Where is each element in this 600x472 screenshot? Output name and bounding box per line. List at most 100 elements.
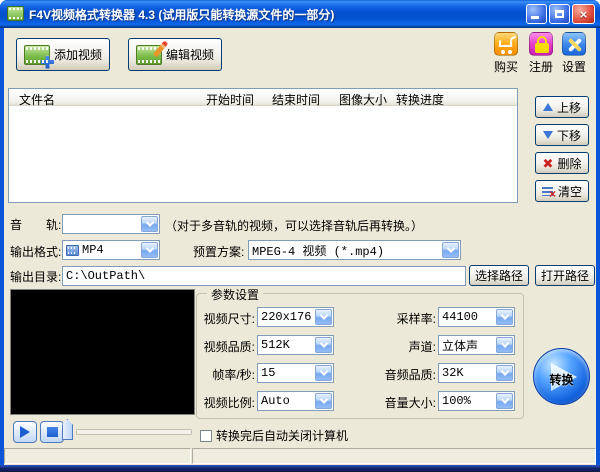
video-size-label: 视频尺寸: bbox=[203, 312, 255, 326]
audio-track-label: 音 轨: bbox=[10, 218, 62, 232]
channels-select[interactable]: 立体声 bbox=[438, 335, 515, 355]
volume-value: 100% bbox=[442, 394, 471, 408]
buy-button[interactable]: 购买 bbox=[488, 32, 524, 76]
register-label: 注册 bbox=[528, 60, 553, 74]
maximize-button[interactable] bbox=[549, 4, 570, 24]
close-button[interactable]: × bbox=[572, 4, 595, 24]
select-path-button[interactable]: 选择路径 bbox=[469, 265, 529, 286]
chevron-down-icon[interactable] bbox=[496, 365, 513, 381]
video-preview bbox=[10, 289, 195, 415]
delete-button[interactable]: ✖ 删除 bbox=[535, 152, 589, 174]
status-panel-left bbox=[4, 448, 191, 464]
clear-list-icon bbox=[541, 186, 556, 201]
audio-quality-select[interactable]: 32K bbox=[438, 363, 515, 383]
delete-label: 删除 bbox=[557, 156, 582, 171]
up-arrow-icon bbox=[542, 103, 553, 111]
chevron-down-icon[interactable] bbox=[496, 393, 513, 409]
sample-rate-value: 44100 bbox=[442, 310, 479, 324]
file-list[interactable]: 文件名 开始时间 结束时间 图像大小 转换进度 bbox=[8, 88, 518, 203]
preset-select[interactable]: MPEG-4 视频 (*.mp4) bbox=[248, 240, 461, 260]
down-arrow-icon bbox=[542, 131, 553, 139]
edit-video-label: 编辑视频 bbox=[165, 48, 214, 62]
chevron-down-icon[interactable] bbox=[141, 242, 158, 258]
sample-rate-select[interactable]: 44100 bbox=[438, 307, 515, 327]
convert-label: 转换 bbox=[549, 373, 574, 387]
video-quality-select[interactable]: 512K bbox=[257, 335, 334, 355]
clear-label: 清空 bbox=[557, 184, 582, 199]
video-size-value: 220x176 bbox=[261, 310, 312, 324]
preset-label: 预置方案: bbox=[193, 245, 245, 259]
status-panel-right bbox=[192, 448, 596, 464]
open-path-button[interactable]: 打开路径 bbox=[535, 265, 595, 286]
chevron-down-icon[interactable] bbox=[315, 337, 332, 353]
chevron-down-icon[interactable] bbox=[496, 309, 513, 325]
chevron-down-icon[interactable] bbox=[315, 393, 332, 409]
window-bottom-border bbox=[0, 465, 600, 472]
frame-rate-select[interactable]: 15 bbox=[257, 363, 334, 383]
shutdown-checkbox-row: 转换完后自动关闭计算机 bbox=[200, 427, 348, 444]
seek-slider-track[interactable] bbox=[76, 429, 192, 435]
channels-value: 立体声 bbox=[442, 339, 479, 354]
edit-video-button[interactable]: 编辑视频 bbox=[128, 38, 222, 71]
app-icon bbox=[7, 6, 24, 21]
column-progress[interactable]: 转换进度 bbox=[396, 91, 444, 108]
play-icon bbox=[20, 426, 30, 438]
convert-button[interactable]: 转换 bbox=[533, 348, 590, 405]
shutdown-checkbox-label: 转换完后自动关闭计算机 bbox=[216, 429, 349, 443]
chevron-down-icon[interactable] bbox=[315, 309, 332, 325]
film-pencil-icon bbox=[135, 39, 169, 65]
file-list-header: 文件名 开始时间 结束时间 图像大小 转换进度 bbox=[9, 89, 517, 108]
audio-quality-label: 音频品质: bbox=[384, 368, 436, 382]
column-filename[interactable]: 文件名 bbox=[19, 91, 55, 108]
move-up-label: 上移 bbox=[556, 100, 581, 115]
move-up-button[interactable]: 上移 bbox=[535, 96, 589, 118]
delete-x-icon: ✖ bbox=[542, 155, 554, 171]
seek-slider-thumb[interactable] bbox=[62, 419, 73, 440]
app-window: F4V视频格式转换器 4.3 (试用版只能转换源文件的一部分) × 添加视频 编… bbox=[0, 0, 600, 472]
minimize-button[interactable] bbox=[526, 4, 547, 24]
add-video-label: 添加视频 bbox=[53, 48, 102, 62]
title-bar[interactable]: F4V视频格式转换器 4.3 (试用版只能转换源文件的一部分) × bbox=[0, 0, 600, 28]
minimize-icon bbox=[531, 16, 539, 19]
aspect-ratio-select[interactable]: Auto bbox=[257, 391, 334, 411]
chevron-down-icon[interactable] bbox=[442, 242, 459, 258]
column-imagesize[interactable]: 图像大小 bbox=[339, 91, 387, 108]
column-starttime[interactable]: 开始时间 bbox=[206, 91, 254, 108]
move-down-button[interactable]: 下移 bbox=[535, 124, 589, 146]
add-video-button[interactable]: 添加视频 bbox=[16, 38, 110, 71]
tools-icon bbox=[562, 32, 586, 56]
audio-track-hint: （对于多音轨的视频，可以选择音轨后再转换。） bbox=[165, 219, 424, 233]
open-path-label: 打开路径 bbox=[540, 269, 589, 283]
audio-track-select[interactable] bbox=[62, 214, 160, 234]
window-controls: × bbox=[526, 4, 595, 24]
params-title: 参数设置 bbox=[207, 286, 264, 303]
output-format-select[interactable]: MP4 bbox=[62, 240, 160, 260]
mp4-file-icon bbox=[66, 244, 79, 256]
output-dir-input[interactable] bbox=[62, 266, 466, 286]
column-endtime[interactable]: 结束时间 bbox=[272, 91, 320, 108]
frame-rate-value: 15 bbox=[261, 366, 276, 380]
sample-rate-label: 采样率: bbox=[396, 312, 436, 326]
chevron-down-icon[interactable] bbox=[141, 216, 158, 232]
channels-label: 声道: bbox=[408, 340, 436, 354]
select-path-label: 选择路径 bbox=[474, 269, 523, 283]
video-quality-value: 512K bbox=[261, 338, 290, 352]
window-title: F4V视频格式转换器 4.3 (试用版只能转换源文件的一部分) bbox=[29, 8, 335, 22]
play-button[interactable] bbox=[13, 421, 37, 443]
aspect-ratio-label: 视频比例: bbox=[203, 396, 255, 410]
chevron-down-icon[interactable] bbox=[315, 365, 332, 381]
maximize-icon bbox=[555, 10, 564, 18]
settings-button[interactable]: 设置 bbox=[556, 32, 592, 76]
volume-select[interactable]: 100% bbox=[438, 391, 515, 411]
move-down-label: 下移 bbox=[556, 128, 581, 143]
video-size-select[interactable]: 220x176 bbox=[257, 307, 334, 327]
aspect-ratio-value: Auto bbox=[261, 394, 290, 408]
stop-button[interactable] bbox=[40, 421, 64, 443]
shutdown-checkbox[interactable] bbox=[200, 429, 212, 442]
cart-icon bbox=[494, 32, 518, 56]
buy-label: 购买 bbox=[493, 60, 518, 74]
register-button[interactable]: 注册 bbox=[523, 32, 559, 76]
frame-rate-label: 帧率/秒: bbox=[212, 368, 255, 382]
clear-button[interactable]: 清空 bbox=[535, 180, 589, 202]
chevron-down-icon[interactable] bbox=[496, 337, 513, 353]
